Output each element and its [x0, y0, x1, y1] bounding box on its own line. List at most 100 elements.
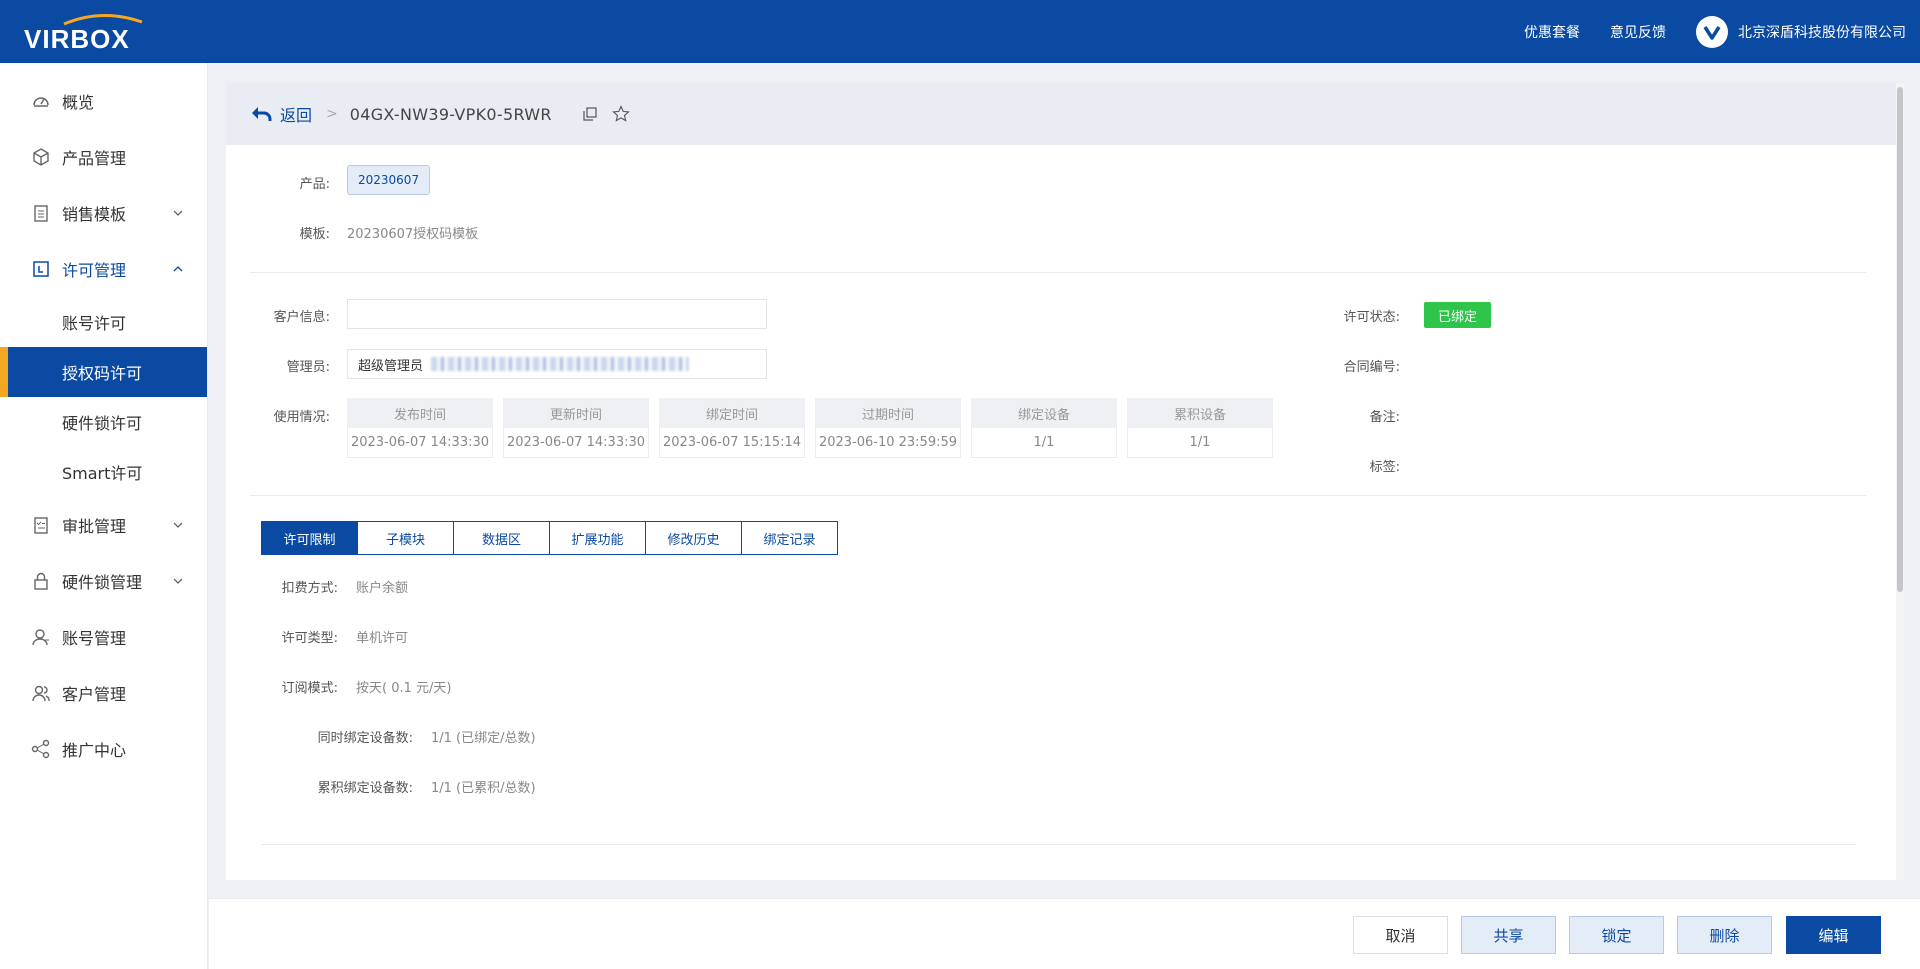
license-detail-panel: 返回 > 04GX-NW39-VPK0-5RWR 产品: 20230607 模板…: [226, 83, 1902, 880]
product-label: 产品:: [299, 177, 330, 192]
virbox-logo[interactable]: VIRBOX: [24, 10, 178, 54]
admin-label: 管理员:: [286, 360, 330, 375]
top-header: VIRBOX 优惠套餐 意见反馈 北京深盾科技股份有限公司: [0, 0, 1920, 63]
cumulative-devices-label: 累积绑定设备数:: [317, 781, 413, 796]
lock-button[interactable]: 锁定: [1569, 916, 1664, 954]
company-logo-icon: [1696, 15, 1728, 48]
back-label: 返回: [280, 106, 313, 125]
sidebar-item-license[interactable]: 许可管理: [0, 241, 207, 297]
license-icon: [30, 258, 52, 280]
sidebar-sub-account-license[interactable]: 账号许可: [0, 297, 207, 347]
template-value: 20230607授权码模板: [347, 227, 479, 242]
cancel-button[interactable]: 取消: [1353, 916, 1448, 954]
usage-publish-time: 发布时间 2023-06-07 14:33:30: [347, 398, 493, 458]
sidebar-item-hardware-lock[interactable]: 硬件锁管理: [0, 553, 207, 609]
action-footer: 取消 共享 锁定 删除 编辑: [209, 898, 1920, 969]
tab-history[interactable]: 修改历史: [645, 521, 742, 555]
lock-icon: [30, 570, 52, 592]
sidebar-item-label: 客户管理: [62, 685, 127, 704]
tab-bind-records[interactable]: 绑定记录: [741, 521, 838, 555]
usage-head: 发布时间: [347, 398, 493, 428]
usage-value: 1/1: [1127, 428, 1273, 458]
customer-label: 客户信息:: [273, 310, 330, 325]
remark-label: 备注:: [1369, 410, 1400, 425]
tab-submodules[interactable]: 子模块: [357, 521, 454, 555]
breadcrumb-separator-icon: >: [326, 106, 338, 122]
copy-icon[interactable]: [582, 106, 598, 122]
tab-extensions[interactable]: 扩展功能: [549, 521, 646, 555]
chevron-down-icon: [173, 578, 183, 584]
sidebar-item-label: 硬件锁管理: [62, 573, 143, 592]
star-icon[interactable]: [611, 105, 630, 123]
admin-field[interactable]: 超级管理员: [347, 349, 767, 379]
customers-icon: [30, 682, 52, 704]
usage-head: 过期时间: [815, 398, 961, 428]
header-link-feedback[interactable]: 意见反馈: [1610, 22, 1666, 42]
sidebar-item-label: 产品管理: [62, 149, 127, 168]
usage-value: 2023-06-07 14:33:30: [503, 428, 649, 458]
usage-update-time: 更新时间 2023-06-07 14:33:30: [503, 398, 649, 458]
share-button[interactable]: 共享: [1461, 916, 1556, 954]
sidebar-sub-hardware-license[interactable]: 硬件锁许可: [0, 397, 207, 447]
usage-value: 2023-06-07 14:33:30: [347, 428, 493, 458]
subscription-label: 订阅模式:: [281, 681, 338, 696]
status-badge: 已绑定: [1424, 302, 1492, 328]
license-type-value: 单机许可: [356, 631, 409, 646]
sidebar-sub-smart-license[interactable]: Smart许可: [0, 447, 207, 497]
subscription-value: 按天( 0.1 元/天): [356, 681, 452, 696]
usage-value: 1/1: [971, 428, 1117, 458]
tag-label: 标签:: [1369, 460, 1400, 475]
admin-role: 超级管理员: [358, 358, 424, 374]
back-button[interactable]: 返回: [250, 102, 312, 126]
delete-button[interactable]: 删除: [1677, 916, 1772, 954]
billing-label: 扣费方式:: [281, 581, 338, 596]
chevron-down-icon: [173, 522, 183, 528]
sidebar-sub-authcode-license[interactable]: 授权码许可: [0, 347, 207, 397]
tab-license-limits[interactable]: 许可限制: [261, 521, 358, 555]
back-arrow-icon: [252, 107, 272, 121]
sidebar-item-label: 审批管理: [62, 517, 127, 536]
divider: [250, 272, 1866, 273]
user-icon: [30, 626, 52, 648]
sidebar-item-approval[interactable]: 审批管理: [0, 497, 207, 553]
redacted-email: [431, 357, 690, 371]
usage-head: 绑定设备: [971, 398, 1117, 428]
sidebar-item-promotion[interactable]: 推广中心: [0, 721, 207, 777]
usage-head: 累积设备: [1127, 398, 1273, 428]
sidebar-item-label: 账号管理: [62, 629, 127, 648]
company-name: 北京深盾科技股份有限公司: [1738, 24, 1906, 41]
customer-field[interactable]: [347, 299, 767, 329]
sidebar-item-customers[interactable]: 客户管理: [0, 665, 207, 721]
svg-text:VIRBOX: VIRBOX: [24, 24, 130, 54]
cumulative-devices-value: 1/1 (已累积/总数): [431, 781, 536, 796]
share-icon: [30, 738, 52, 760]
checklist-icon: [30, 514, 52, 536]
sidebar: 概览 产品管理 销售模板 许可管理 账号许可 授权码许可 硬件锁许可 Smart…: [0, 63, 208, 969]
status-label: 许可状态:: [1343, 310, 1400, 325]
scrollbar-thumb[interactable]: [1897, 87, 1903, 592]
sidebar-item-sales-template[interactable]: 销售模板: [0, 185, 207, 241]
clipboard-icon: [30, 202, 52, 224]
detail-tabs: 许可限制 子模块 数据区 扩展功能 修改历史 绑定记录: [261, 521, 838, 555]
sidebar-item-label: 许可管理: [62, 261, 127, 280]
product-tag[interactable]: 20230607: [347, 165, 431, 195]
header-link-packages[interactable]: 优惠套餐: [1524, 22, 1580, 42]
concurrent-devices-value: 1/1 (已绑定/总数): [431, 731, 536, 746]
tab-data-area[interactable]: 数据区: [453, 521, 550, 555]
edit-button[interactable]: 编辑: [1786, 916, 1881, 954]
company-menu[interactable]: 北京深盾科技股份有限公司: [1696, 15, 1906, 48]
cube-icon: [30, 146, 52, 168]
usage-head: 更新时间: [503, 398, 649, 428]
billing-value: 账户余额: [356, 581, 409, 596]
sidebar-item-products[interactable]: 产品管理: [0, 129, 207, 185]
sidebar-item-account[interactable]: 账号管理: [0, 609, 207, 665]
usage-value: 2023-06-10 23:59:59: [815, 428, 961, 458]
sidebar-item-label: 销售模板: [62, 205, 127, 224]
usage-label: 使用情况:: [273, 410, 330, 425]
chevron-up-icon: [173, 266, 183, 272]
usage-value: 2023-06-07 15:15:14: [659, 428, 805, 458]
sidebar-item-overview[interactable]: 概览: [0, 73, 207, 129]
usage-head: 绑定时间: [659, 398, 805, 428]
usage-expire-time: 过期时间 2023-06-10 23:59:59: [815, 398, 961, 458]
dashboard-icon: [30, 90, 52, 112]
